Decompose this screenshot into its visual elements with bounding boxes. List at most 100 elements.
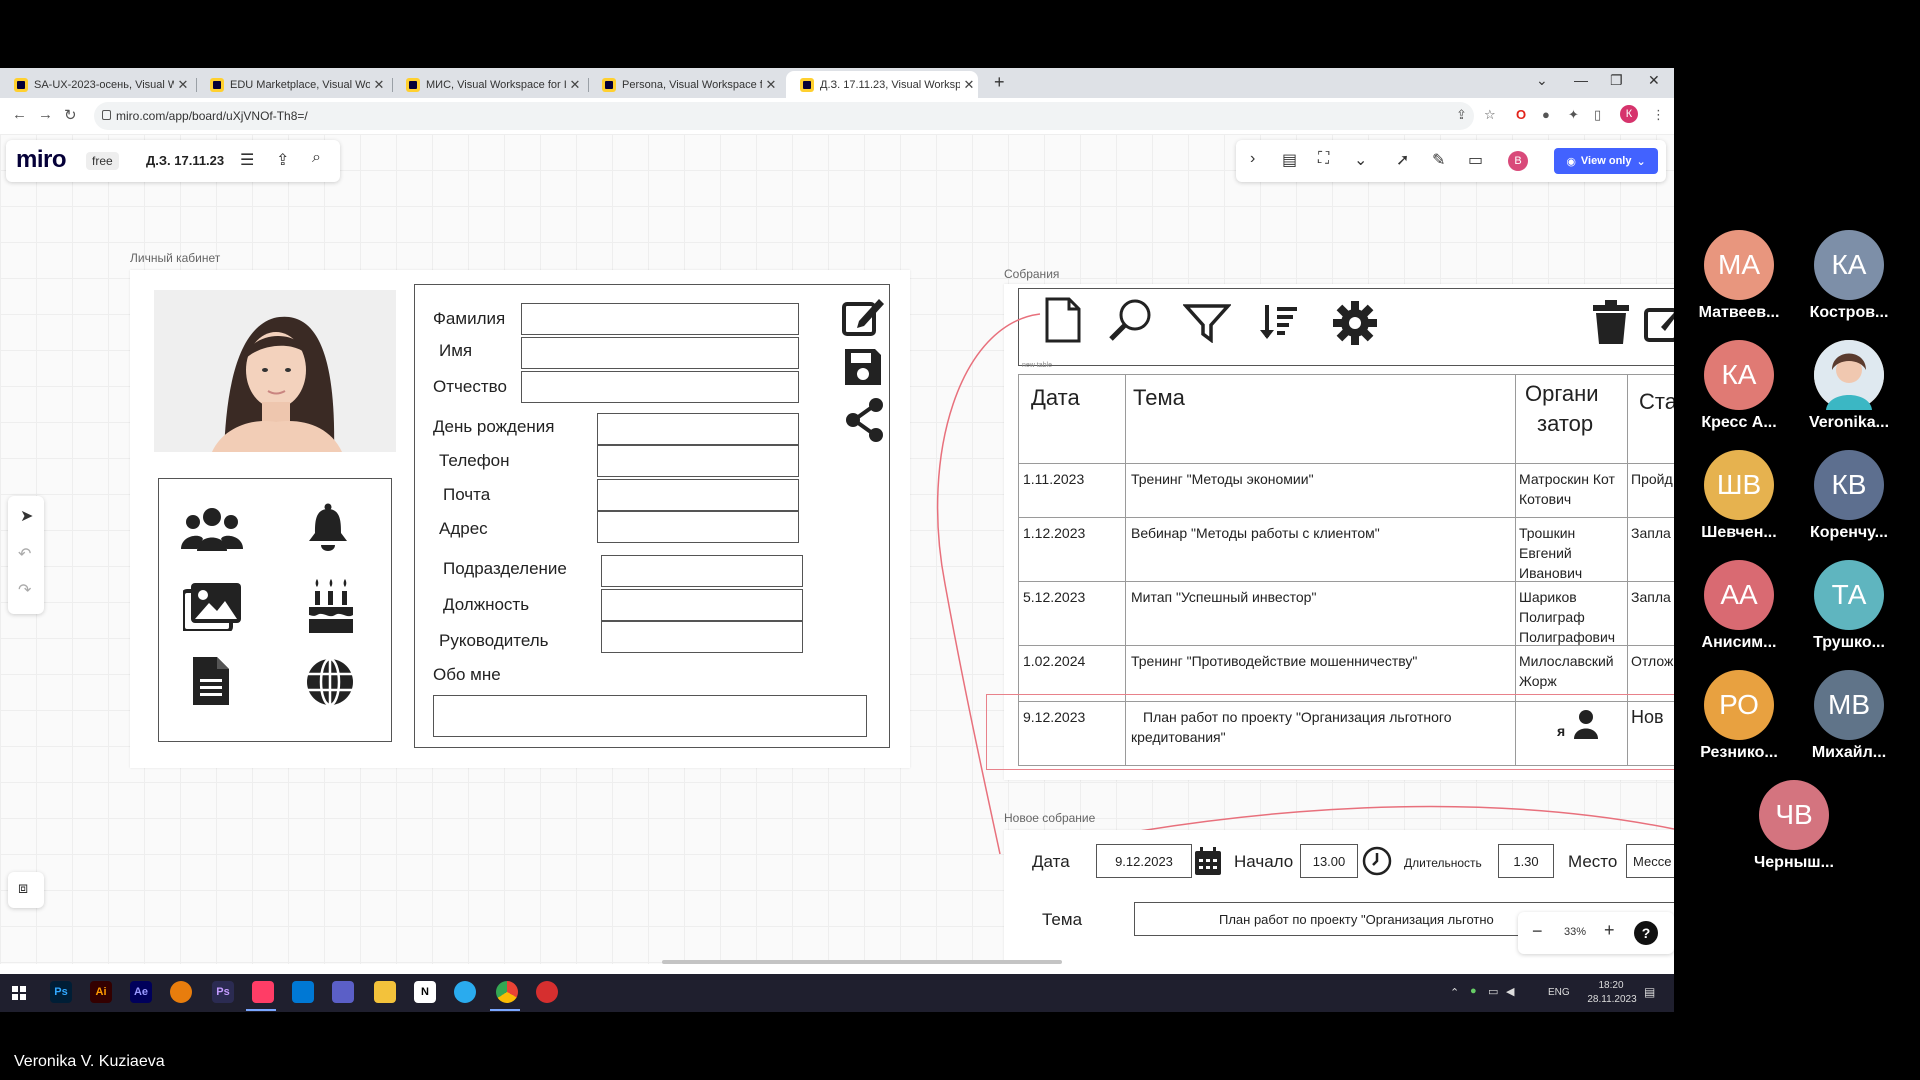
- puzzle-extensions-icon[interactable]: ✦: [1568, 107, 1579, 123]
- date-input[interactable]: 9.12.2023: [1096, 844, 1192, 878]
- vscode-app-icon[interactable]: [292, 981, 314, 1003]
- bookmark-star-icon[interactable]: ☆: [1484, 107, 1496, 123]
- calendar-icon[interactable]: [1194, 846, 1222, 876]
- miro-favicon-icon: [800, 77, 814, 92]
- lock-icon: [102, 110, 111, 120]
- blender-app-icon[interactable]: [170, 981, 192, 1003]
- url-field[interactable]: miro.com/app/board/uXjVNOf-Th8=/: [94, 102, 1474, 130]
- browser-tab[interactable]: МИС, Visual Workspace for Inn ✕: [392, 71, 584, 98]
- tray-app-icon[interactable]: ●: [1470, 985, 1477, 997]
- notifications-icon[interactable]: ▤: [1644, 985, 1655, 999]
- miro-favicon-icon: [14, 77, 28, 92]
- after-effects-app-icon[interactable]: Ae: [130, 981, 152, 1003]
- place-input[interactable]: Мессе: [1626, 844, 1674, 878]
- reload-icon[interactable]: ↻: [64, 106, 77, 124]
- participant-initials: АА: [1720, 579, 1758, 610]
- browser-tab[interactable]: Persona, Visual Workspace for I✕: [588, 71, 780, 98]
- miro-favicon-icon: [602, 77, 616, 92]
- tray-network-icon[interactable]: ▭: [1488, 985, 1498, 998]
- back-icon[interactable]: ←: [12, 106, 27, 123]
- browser-tab[interactable]: EDU Marketplace, Visual Works✕: [196, 71, 388, 98]
- participant-initials: ШВ: [1716, 469, 1762, 500]
- close-tab-icon[interactable]: ✕: [566, 77, 584, 93]
- close-tab-icon[interactable]: ✕: [960, 77, 978, 93]
- share-icon[interactable]: ⇪: [1456, 107, 1467, 123]
- close-tab-icon[interactable]: ✕: [174, 77, 192, 93]
- start-time-input[interactable]: 13.00: [1300, 844, 1358, 878]
- browser-address-bar: ← → ↻ miro.com/app/board/uXjVNOf-Th8=/ ⇪…: [0, 98, 1674, 135]
- illustrator-app-icon[interactable]: Ai: [90, 981, 112, 1003]
- close-window-icon[interactable]: ✕: [1648, 72, 1660, 89]
- clock-date[interactable]: 28.11.2023: [1576, 994, 1648, 1005]
- phpstorm-app-icon[interactable]: Ps: [212, 981, 234, 1003]
- participant-name: Михайл...: [1811, 744, 1887, 761]
- close-tab-icon[interactable]: ✕: [762, 77, 780, 93]
- participant-avatar[interactable]: ТА: [1814, 560, 1884, 630]
- participant-avatar[interactable]: КА: [1814, 230, 1884, 300]
- presenter-name: Veronika V. Kuziaeva: [14, 1053, 165, 1070]
- chrome-app-icon[interactable]: [496, 981, 518, 1003]
- participant-avatar[interactable]: АА: [1704, 560, 1774, 630]
- tray-volume-icon[interactable]: ◀: [1506, 985, 1514, 998]
- notion-app-icon[interactable]: N: [414, 981, 436, 1003]
- start-label: Начало: [1234, 852, 1294, 871]
- zoom-in-icon[interactable]: +: [1604, 920, 1615, 941]
- teams-app-icon[interactable]: [332, 981, 354, 1003]
- screen-share-app-icon[interactable]: [536, 981, 558, 1003]
- telegram-app-icon[interactable]: [454, 981, 476, 1003]
- browser-tab-bar: SA-UX-2023-осень, Visual Worl✕ EDU Marke…: [0, 68, 1674, 98]
- miro-board-canvas[interactable]: miro free Д.З. 17.11.23 ☰ ⇪ ⌕ › ▤ ⛶ ⌄ ➚ …: [0, 134, 1674, 964]
- participant-avatar[interactable]: РО: [1704, 670, 1774, 740]
- close-tab-icon[interactable]: ✕: [370, 77, 388, 93]
- restore-icon[interactable]: ❐: [1610, 72, 1623, 89]
- participant-initials: МА: [1718, 249, 1760, 280]
- profile-avatar[interactable]: К: [1620, 105, 1638, 123]
- participant-initials: ЧВ: [1775, 799, 1813, 830]
- participant-name: Шевчен...: [1701, 524, 1777, 541]
- participant-avatar[interactable]: КВ: [1814, 450, 1884, 520]
- windows-start-icon[interactable]: [12, 986, 26, 1000]
- clock-time[interactable]: 18:20: [1590, 980, 1632, 991]
- opera-extension-icon[interactable]: O: [1516, 107, 1526, 122]
- new-tab-icon[interactable]: +: [994, 72, 1005, 93]
- extension-icon[interactable]: ●: [1542, 107, 1550, 122]
- clock-icon[interactable]: [1362, 846, 1392, 876]
- side-panel-icon[interactable]: ▯: [1594, 107, 1601, 123]
- participant-initials: МВ: [1828, 689, 1870, 720]
- photoshop-app-icon[interactable]: Ps: [50, 981, 72, 1003]
- duration-input[interactable]: 1.30: [1498, 844, 1554, 878]
- forward-icon[interactable]: →: [38, 106, 53, 123]
- zoom-panel: − 33% + ?: [1518, 912, 1674, 954]
- participant-photo: [1814, 340, 1884, 410]
- participant-avatar[interactable]: ШВ: [1704, 450, 1774, 520]
- participant-avatar[interactable]: МВ: [1814, 670, 1884, 740]
- duration-label: Длительность: [1404, 856, 1482, 870]
- minimize-icon[interactable]: —: [1574, 72, 1588, 88]
- topic-label: Тема: [1042, 910, 1083, 929]
- date-label: Дата: [1032, 852, 1070, 871]
- participant-name: Черныш...: [1754, 854, 1834, 871]
- participant-name: Коренчу...: [1810, 524, 1888, 541]
- horizontal-scrollbar[interactable]: [662, 960, 1062, 964]
- participant-initials: КА: [1831, 249, 1867, 280]
- participant-name: Анисим...: [1701, 634, 1777, 651]
- participant-name: Кресс А...: [1701, 414, 1777, 431]
- browser-tab-active[interactable]: Д.З. 17.11.23, Visual Workspace✕: [786, 71, 978, 98]
- tab-search-icon[interactable]: ⌄: [1536, 72, 1548, 89]
- frame-title[interactable]: Новое собрание: [1004, 811, 1095, 825]
- miro-favicon-icon: [406, 77, 420, 92]
- browser-tab[interactable]: SA-UX-2023-осень, Visual Worl✕: [0, 71, 192, 98]
- input-language[interactable]: ENG: [1548, 987, 1570, 998]
- participant-avatar[interactable]: ЧВ: [1759, 780, 1829, 850]
- help-button[interactable]: ?: [1634, 921, 1658, 945]
- participant-avatar[interactable]: МА: [1704, 230, 1774, 300]
- browser-menu-icon[interactable]: ⋮: [1652, 107, 1665, 123]
- file-explorer-icon[interactable]: [374, 981, 396, 1003]
- tray-chevron-icon[interactable]: ⌃: [1450, 986, 1459, 999]
- figma-app-icon[interactable]: [252, 981, 274, 1003]
- zoom-level[interactable]: 33%: [1564, 926, 1586, 938]
- participant-avatar[interactable]: [1814, 340, 1884, 410]
- participant-avatar[interactable]: КА: [1704, 340, 1774, 410]
- participant-initials: ТА: [1831, 579, 1867, 610]
- zoom-out-icon[interactable]: −: [1532, 921, 1543, 942]
